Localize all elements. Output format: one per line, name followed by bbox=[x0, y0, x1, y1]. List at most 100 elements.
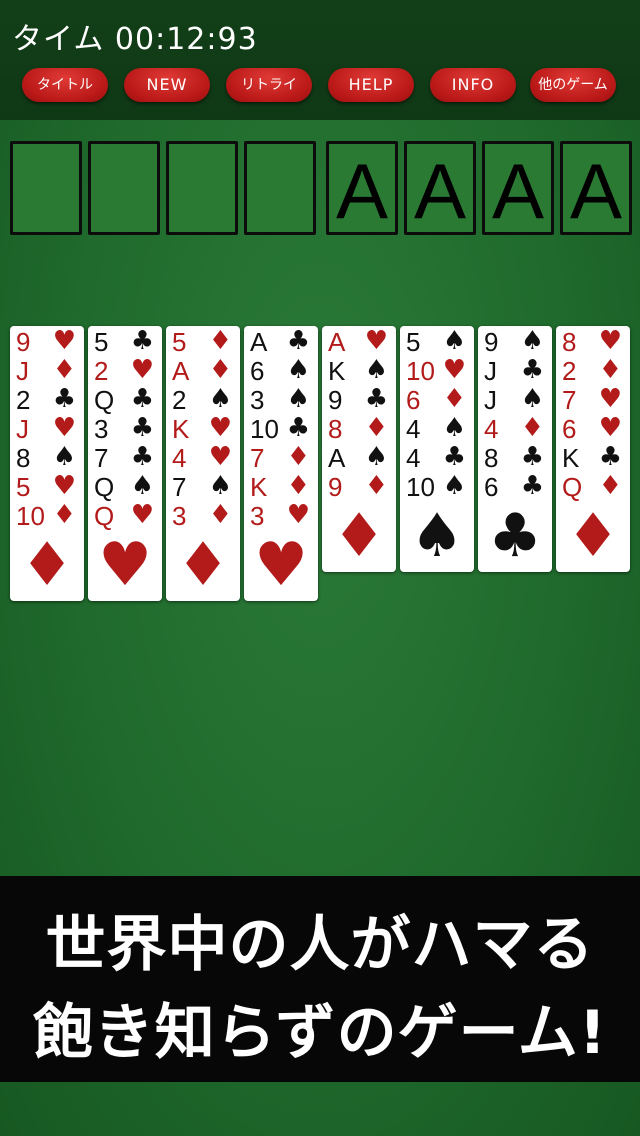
card[interactable]: J ♥ bbox=[10, 413, 84, 444]
heart-icon: ♥ bbox=[364, 326, 388, 356]
card[interactable]: 2 ♥ bbox=[88, 355, 162, 386]
card[interactable]: 7 ♠ bbox=[166, 471, 240, 502]
foundation-pile[interactable]: A bbox=[404, 141, 476, 235]
card-stack[interactable]: A ♣ 6 ♠ 3 ♠ 10 ♣ 7 ♦ K ♦ 3 ♥ ♥ bbox=[244, 326, 318, 601]
card-stack[interactable]: 8 ♥ 2 ♦ 7 ♥ 6 ♥ K ♣ Q ♦ ♦ bbox=[556, 326, 630, 572]
tableau-column[interactable]: 5 ♠ 10 ♥ 6 ♦ 4 ♠ 4 ♣ 10 ♠ ♠ bbox=[400, 326, 474, 572]
card[interactable]: 7 ♦ bbox=[244, 442, 318, 473]
tableau-column[interactable]: 9 ♥ J ♦ 2 ♣ J ♥ 8 ♠ 5 ♥ 10 ♦ ♦ bbox=[10, 326, 84, 601]
tableau-column[interactable]: 5 ♣ 2 ♥ Q ♣ 3 ♣ 7 ♣ Q ♠ Q ♥ ♥ bbox=[88, 326, 162, 601]
free-cell[interactable] bbox=[166, 141, 238, 235]
card[interactable]: 3 ♣ bbox=[88, 413, 162, 444]
card[interactable]: J ♦ bbox=[10, 355, 84, 386]
card[interactable]: Q ♠ bbox=[88, 471, 162, 502]
card[interactable]: 6 ♥ bbox=[556, 413, 630, 444]
card[interactable]: 3 ♠ bbox=[244, 384, 318, 415]
card[interactable]: 8 ♣ bbox=[478, 442, 552, 473]
card[interactable]: 3 ♦ bbox=[166, 500, 240, 531]
card[interactable]: 7 ♥ bbox=[556, 384, 630, 415]
card[interactable]: 4 ♠ bbox=[400, 413, 474, 444]
club-icon: ♣ bbox=[442, 442, 466, 472]
card[interactable]: 6 ♣ bbox=[478, 471, 552, 502]
foundation-pile[interactable]: A bbox=[560, 141, 632, 235]
tableau-column[interactable]: A ♣ 6 ♠ 3 ♠ 10 ♣ 7 ♦ K ♦ 3 ♥ ♥ bbox=[244, 326, 318, 601]
card-rank: 5 bbox=[172, 327, 187, 357]
card[interactable]: K ♦ bbox=[244, 471, 318, 502]
card[interactable]: J ♣ bbox=[478, 355, 552, 386]
card[interactable]: J ♠ bbox=[478, 384, 552, 415]
card[interactable]: 4 ♦ bbox=[478, 413, 552, 444]
card[interactable]: K ♥ bbox=[166, 413, 240, 444]
card-stack[interactable]: 9 ♠ J ♣ J ♠ 4 ♦ 8 ♣ 6 ♣ ♣ bbox=[478, 326, 552, 572]
card-rank: 9 bbox=[328, 472, 343, 502]
card-rank: 7 bbox=[562, 385, 577, 415]
diamond-icon: ♦ bbox=[364, 471, 388, 501]
tableau-column[interactable]: A ♥ K ♠ 9 ♣ 8 ♦ A ♠ 9 ♦ ♦ bbox=[322, 326, 396, 572]
card[interactable]: 4 ♥ bbox=[166, 442, 240, 473]
title-button[interactable]: タイトル bbox=[22, 68, 108, 102]
spade-icon: ♠ bbox=[286, 384, 310, 414]
card[interactable]: Q ♥ bbox=[88, 500, 162, 531]
help-button[interactable]: HELP bbox=[328, 68, 414, 102]
card[interactable]: 3 ♥ bbox=[244, 500, 318, 531]
card[interactable]: 5 ♦ bbox=[166, 326, 240, 357]
card[interactable]: K ♣ bbox=[556, 442, 630, 473]
card[interactable]: 9 ♠ bbox=[478, 326, 552, 357]
cell-row: AAAA bbox=[0, 141, 640, 239]
foundation-pile[interactable]: A bbox=[326, 141, 398, 235]
card[interactable]: 10 ♠ bbox=[400, 471, 474, 502]
card[interactable]: A ♠ bbox=[322, 442, 396, 473]
card-stack[interactable]: 9 ♥ J ♦ 2 ♣ J ♥ 8 ♠ 5 ♥ 10 ♦ ♦ bbox=[10, 326, 84, 601]
card[interactable]: K ♠ bbox=[322, 355, 396, 386]
card[interactable]: 4 ♣ bbox=[400, 442, 474, 473]
free-cell[interactable] bbox=[88, 141, 160, 235]
card[interactable]: A ♣ bbox=[244, 326, 318, 357]
card[interactable]: 9 ♣ bbox=[322, 384, 396, 415]
other-games-button[interactable]: 他のゲーム bbox=[530, 68, 616, 102]
card-rank: 6 bbox=[562, 414, 577, 444]
card[interactable]: 2 ♠ bbox=[166, 384, 240, 415]
new-button[interactable]: NEW bbox=[124, 68, 210, 102]
card[interactable]: 2 ♦ bbox=[556, 355, 630, 386]
card[interactable]: 5 ♥ bbox=[10, 471, 84, 502]
card[interactable]: A ♦ bbox=[166, 355, 240, 386]
card[interactable]: 7 ♣ bbox=[88, 442, 162, 473]
card[interactable]: Q ♣ bbox=[88, 384, 162, 415]
free-cell[interactable] bbox=[10, 141, 82, 235]
diamond-icon: ♦ bbox=[20, 530, 74, 600]
diamond-icon: ♦ bbox=[52, 500, 76, 530]
card[interactable]: 10 ♦ bbox=[10, 500, 84, 531]
tableau-column[interactable]: 5 ♦ A ♦ 2 ♠ K ♥ 4 ♥ 7 ♠ 3 ♦ ♦ bbox=[166, 326, 240, 601]
info-button[interactable]: INFO bbox=[430, 68, 516, 102]
card-stack[interactable]: 5 ♠ 10 ♥ 6 ♦ 4 ♠ 4 ♣ 10 ♠ ♠ bbox=[400, 326, 474, 572]
card[interactable]: 10 ♣ bbox=[244, 413, 318, 444]
card[interactable]: 8 ♦ bbox=[322, 413, 396, 444]
card[interactable]: 9 ♥ bbox=[10, 326, 84, 357]
card[interactable]: 8 ♠ bbox=[10, 442, 84, 473]
card-rank: 10 bbox=[250, 414, 279, 444]
card[interactable]: Q ♦ bbox=[556, 471, 630, 502]
diamond-icon: ♦ bbox=[442, 384, 466, 414]
card-rank: J bbox=[16, 356, 29, 386]
card-stack[interactable]: 5 ♦ A ♦ 2 ♠ K ♥ 4 ♥ 7 ♠ 3 ♦ ♦ bbox=[166, 326, 240, 601]
retry-button[interactable]: リトライ bbox=[226, 68, 312, 102]
card[interactable]: A ♥ bbox=[322, 326, 396, 357]
heart-icon: ♥ bbox=[598, 326, 622, 356]
card[interactable]: 10 ♥ bbox=[400, 355, 474, 386]
card[interactable]: 8 ♥ bbox=[556, 326, 630, 357]
card[interactable]: 6 ♦ bbox=[400, 384, 474, 415]
card-stack[interactable]: 5 ♣ 2 ♥ Q ♣ 3 ♣ 7 ♣ Q ♠ Q ♥ ♥ bbox=[88, 326, 162, 601]
card[interactable]: 5 ♠ bbox=[400, 326, 474, 357]
card[interactable]: 6 ♠ bbox=[244, 355, 318, 386]
club-icon: ♣ bbox=[52, 384, 76, 414]
card[interactable]: 5 ♣ bbox=[88, 326, 162, 357]
tableau-column[interactable]: 8 ♥ 2 ♦ 7 ♥ 6 ♥ K ♣ Q ♦ ♦ bbox=[556, 326, 630, 572]
spade-icon: ♠ bbox=[364, 355, 388, 385]
free-cell[interactable] bbox=[244, 141, 316, 235]
card-stack[interactable]: A ♥ K ♠ 9 ♣ 8 ♦ A ♠ 9 ♦ ♦ bbox=[322, 326, 396, 572]
card[interactable]: 2 ♣ bbox=[10, 384, 84, 415]
foundation-pile[interactable]: A bbox=[482, 141, 554, 235]
tableau-column[interactable]: 9 ♠ J ♣ J ♠ 4 ♦ 8 ♣ 6 ♣ ♣ bbox=[478, 326, 552, 572]
spade-icon: ♠ bbox=[520, 326, 544, 356]
card[interactable]: 9 ♦ bbox=[322, 471, 396, 502]
